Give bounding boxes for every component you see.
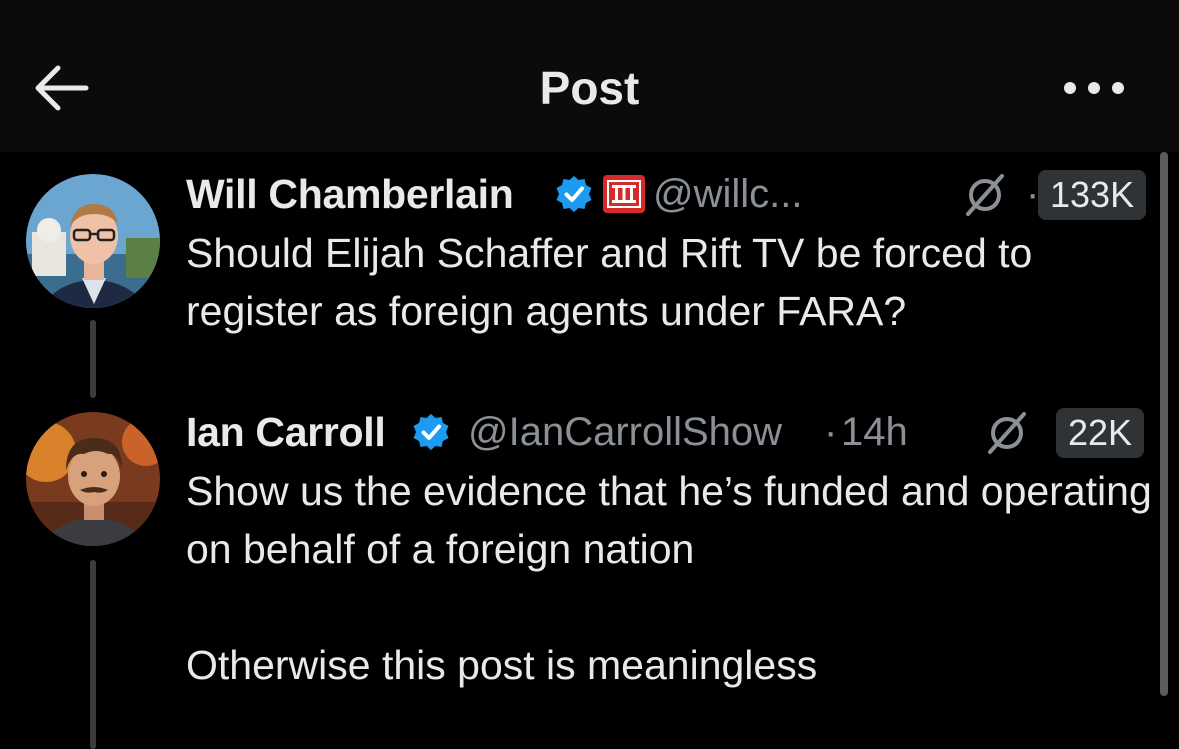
post-ian-carroll[interactable]: Ian Carroll @IanCarrollShow · 14h 22K Sh… — [186, 404, 1155, 694]
flag-icon — [603, 175, 645, 213]
post-text: Should Elijah Schaffer and Rift TV be fo… — [186, 230, 1044, 334]
author-handle[interactable]: @IanCarrollShow — [468, 404, 782, 460]
post-header: Ian Carroll @IanCarrollShow · 14h 22K — [186, 404, 1155, 460]
author-handle[interactable]: @willc... — [653, 166, 803, 222]
views-count: 133K — [1038, 170, 1147, 220]
more-horizontal-icon — [1064, 82, 1124, 94]
thread-connector-line — [90, 320, 96, 398]
post-time[interactable]: 14h — [841, 404, 908, 460]
avatar[interactable] — [26, 412, 160, 546]
verified-badge-icon — [413, 414, 449, 450]
post-text: Show us the evidence that he’s funded an… — [186, 468, 1152, 688]
grok-icon[interactable] — [962, 172, 1008, 218]
separator-dot: · — [824, 410, 838, 454]
post-will-chamberlain[interactable]: Will Chamberlain @willc... · 23h 133K Sh… — [186, 166, 1155, 340]
thread-connector-line — [90, 560, 96, 749]
verified-badge-icon — [556, 176, 592, 212]
author-name[interactable]: Ian Carroll — [186, 404, 386, 460]
views-count: 22K — [1056, 408, 1145, 458]
scrollbar[interactable] — [1160, 152, 1168, 696]
page-title: Post — [539, 62, 640, 114]
author-name[interactable]: Will Chamberlain — [186, 166, 514, 222]
avatar[interactable] — [26, 174, 160, 308]
grok-icon[interactable] — [984, 410, 1030, 456]
post-header: Will Chamberlain @willc... · 23h 133K — [186, 166, 1155, 222]
top-bar: Post — [0, 0, 1179, 152]
more-options-button[interactable] — [1058, 70, 1130, 106]
